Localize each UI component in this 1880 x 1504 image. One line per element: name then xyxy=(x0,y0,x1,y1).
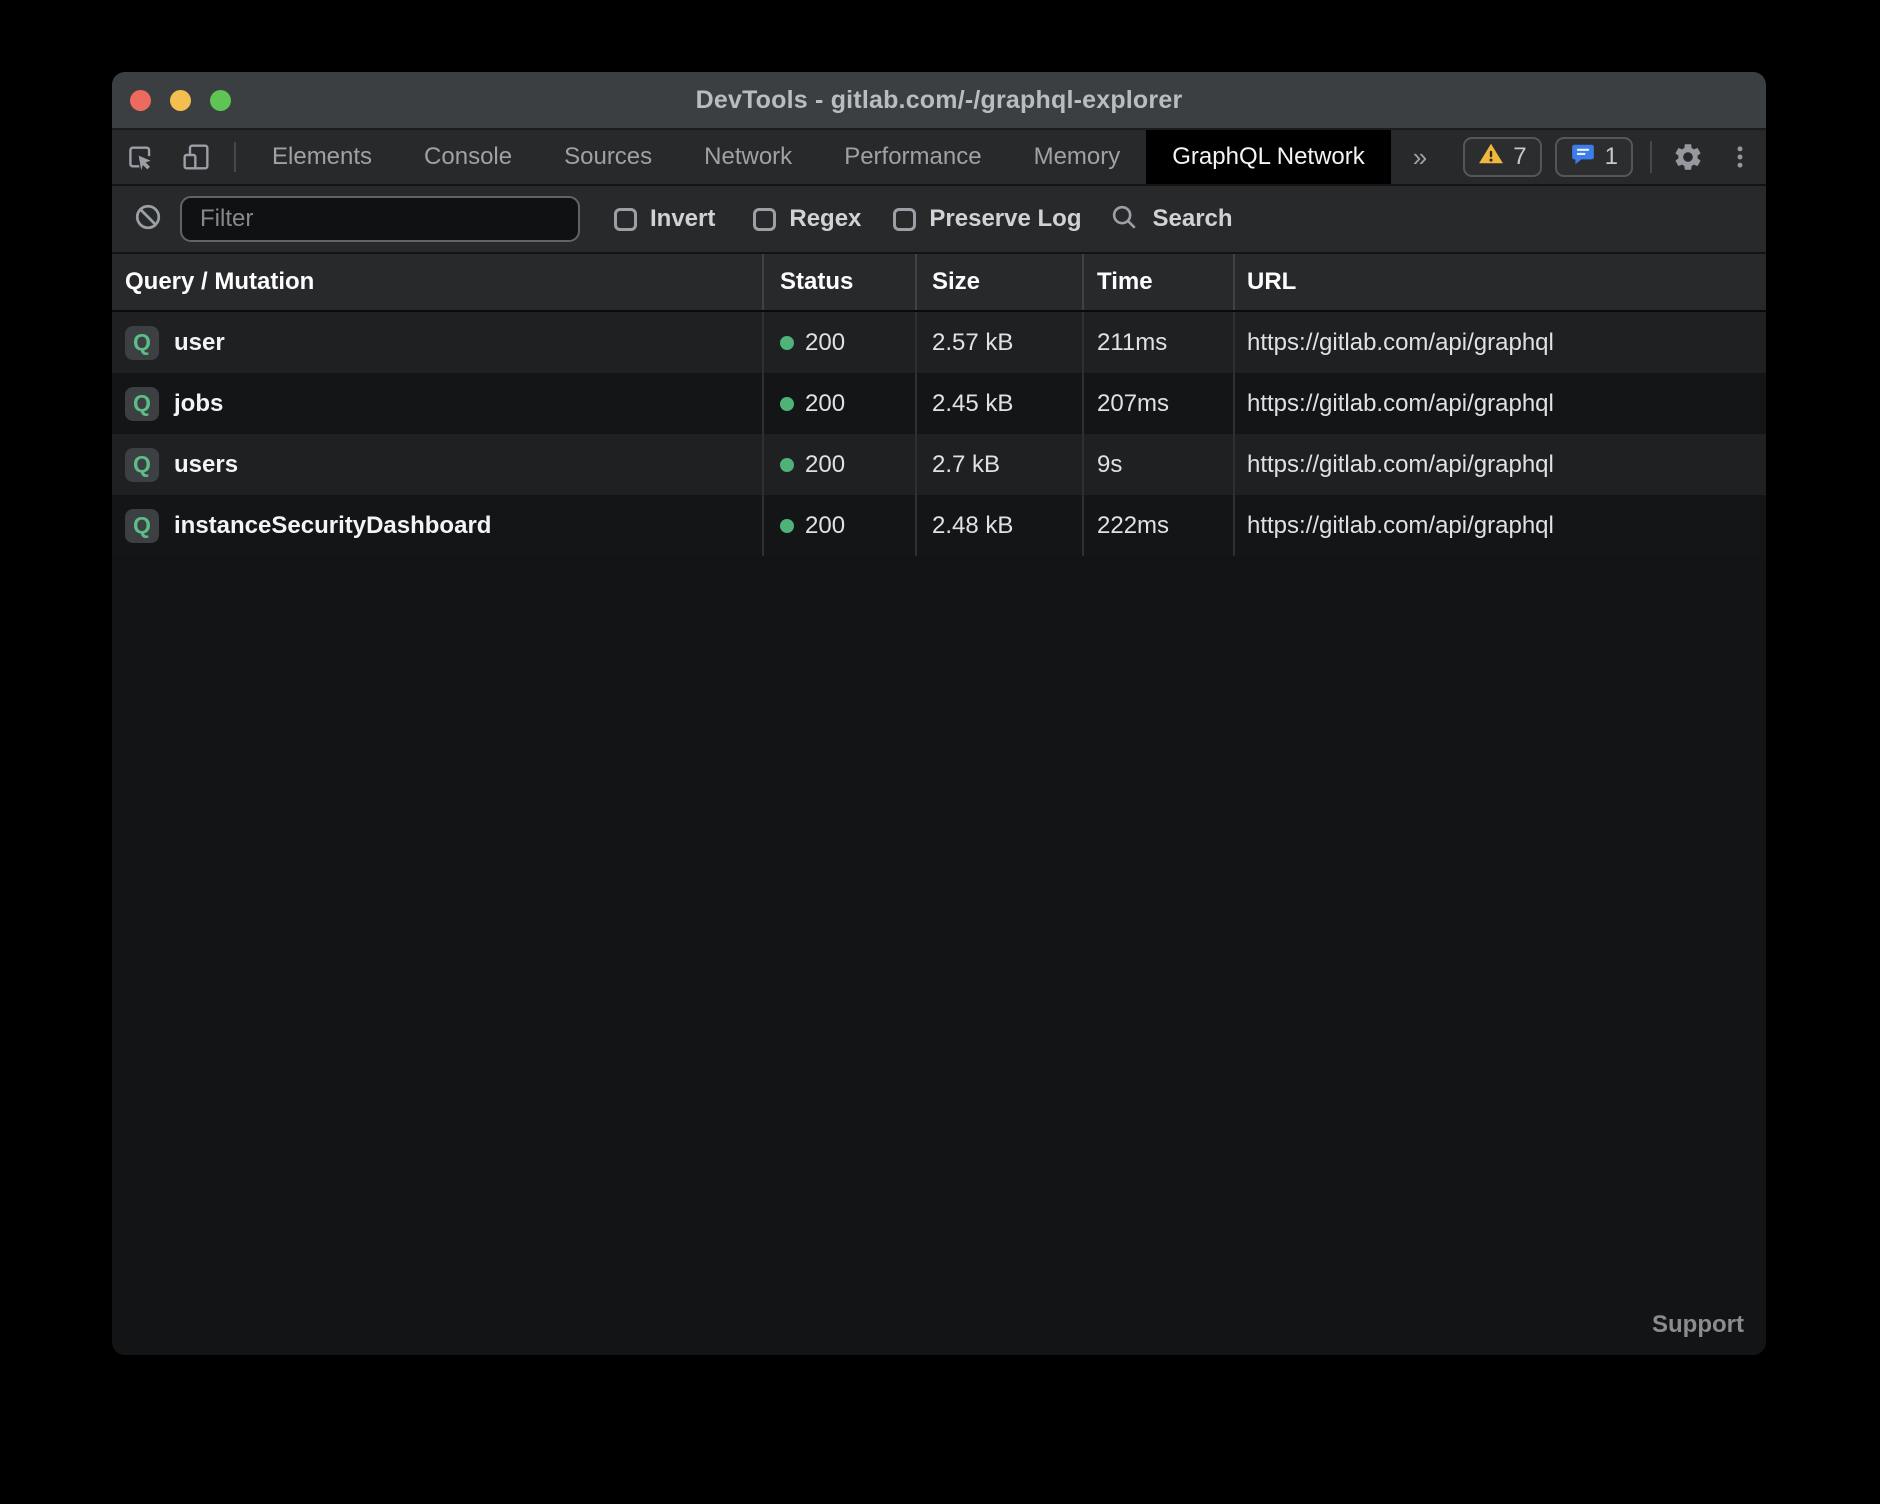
column-header-query-mutation[interactable]: Query / Mutation xyxy=(112,254,762,310)
tabbar-spacer xyxy=(1449,130,1463,184)
devtools-tabbar: Elements Console Sources Network Perform… xyxy=(112,130,1766,186)
request-url: https://gitlab.com/api/graphql xyxy=(1247,451,1554,479)
chevron-double-right-icon: » xyxy=(1413,142,1427,173)
query-name: jobs xyxy=(174,390,223,418)
status-code: 200 xyxy=(805,390,845,418)
query-name: users xyxy=(174,451,238,479)
invert-checkbox[interactable] xyxy=(614,208,637,231)
regex-checkbox[interactable] xyxy=(753,208,776,231)
tab-graphql-network[interactable]: GraphQL Network xyxy=(1146,130,1391,184)
warnings-badge-button[interactable]: 7 xyxy=(1463,137,1541,177)
query-type-badge: Q xyxy=(125,509,159,543)
minimize-button[interactable] xyxy=(170,90,191,111)
query-type-badge: Q xyxy=(125,448,159,482)
devtools-window: DevTools - gitlab.com/-/graphql-explorer… xyxy=(112,72,1766,1355)
query-type-badge: Q xyxy=(125,326,159,360)
response-size: 2.7 kB xyxy=(932,451,1000,479)
tab-performance[interactable]: Performance xyxy=(818,130,1007,184)
tab-memory[interactable]: Memory xyxy=(1008,130,1147,184)
more-tabs-button[interactable]: » xyxy=(1391,130,1449,184)
response-time: 222ms xyxy=(1097,512,1169,540)
window-title: DevTools - gitlab.com/-/graphql-explorer xyxy=(696,86,1183,115)
warnings-count: 7 xyxy=(1513,143,1526,171)
query-name: instanceSecurityDashboard xyxy=(174,512,491,540)
support-link[interactable]: Support xyxy=(1652,1311,1744,1339)
regex-label: Regex xyxy=(789,205,861,233)
filter-toolbar: Invert Regex Preserve Log Search xyxy=(112,186,1766,254)
query-type-badge: Q xyxy=(125,387,159,421)
kebab-menu-icon xyxy=(1726,143,1754,171)
search-icon xyxy=(1109,202,1152,237)
response-size: 2.48 kB xyxy=(932,512,1013,540)
table-body: Q user 200 2.57 kB 211ms https://gitlab.… xyxy=(112,312,1766,556)
response-time: 9s xyxy=(1097,451,1122,479)
message-icon xyxy=(1570,141,1596,174)
response-size: 2.57 kB xyxy=(932,329,1013,357)
response-time: 211ms xyxy=(1097,329,1167,357)
tab-elements[interactable]: Elements xyxy=(246,130,398,184)
block-icon xyxy=(133,202,163,237)
request-url: https://gitlab.com/api/graphql xyxy=(1247,512,1554,540)
response-size: 2.45 kB xyxy=(932,390,1013,418)
issues-badge-button[interactable]: 1 xyxy=(1555,137,1633,177)
table-header: Query / Mutation Status Size Time URL xyxy=(112,254,1766,312)
regex-checkbox-group[interactable]: Regex xyxy=(753,205,861,233)
preserve-log-checkbox[interactable] xyxy=(893,208,916,231)
toolbar-separator xyxy=(234,142,236,172)
maximize-button[interactable] xyxy=(210,90,231,111)
request-url: https://gitlab.com/api/graphql xyxy=(1247,329,1554,357)
titlebar: DevTools - gitlab.com/-/graphql-explorer xyxy=(112,72,1766,130)
clear-button[interactable] xyxy=(126,202,170,237)
device-toolbar-button[interactable] xyxy=(168,130,224,184)
search-button[interactable]: Search xyxy=(1109,202,1232,237)
table-row[interactable]: Q users 200 2.7 kB 9s https://gitlab.com… xyxy=(112,434,1766,495)
status-ok-dot xyxy=(780,336,794,350)
column-header-url[interactable]: URL xyxy=(1233,254,1766,310)
preserve-log-label: Preserve Log xyxy=(929,205,1081,233)
traffic-lights xyxy=(130,72,231,128)
empty-content-area: Support xyxy=(112,556,1766,1355)
invert-checkbox-group[interactable]: Invert xyxy=(614,205,715,233)
tab-console[interactable]: Console xyxy=(398,130,538,184)
gear-icon xyxy=(1672,141,1704,173)
column-header-time[interactable]: Time xyxy=(1082,254,1233,310)
column-header-size[interactable]: Size xyxy=(915,254,1082,310)
table-row[interactable]: Q instanceSecurityDashboard 200 2.48 kB … xyxy=(112,495,1766,556)
preserve-log-checkbox-group[interactable]: Preserve Log xyxy=(893,205,1081,233)
status-ok-dot xyxy=(780,519,794,533)
issues-count: 1 xyxy=(1605,143,1618,171)
invert-label: Invert xyxy=(650,205,715,233)
more-options-button[interactable] xyxy=(1714,130,1766,184)
filter-input[interactable] xyxy=(180,196,580,242)
close-button[interactable] xyxy=(130,90,151,111)
table-row[interactable]: Q jobs 200 2.45 kB 207ms https://gitlab.… xyxy=(112,373,1766,434)
query-name: user xyxy=(174,329,225,357)
response-time: 207ms xyxy=(1097,390,1169,418)
column-header-status[interactable]: Status xyxy=(762,254,915,310)
inspect-icon xyxy=(124,141,156,173)
status-code: 200 xyxy=(805,451,845,479)
inspect-element-button[interactable] xyxy=(112,130,168,184)
settings-button[interactable] xyxy=(1662,130,1714,184)
search-label: Search xyxy=(1152,205,1232,233)
status-code: 200 xyxy=(805,512,845,540)
status-code: 200 xyxy=(805,329,845,357)
tab-sources[interactable]: Sources xyxy=(538,130,678,184)
request-url: https://gitlab.com/api/graphql xyxy=(1247,390,1554,418)
badge-separator xyxy=(1650,141,1652,173)
warning-icon xyxy=(1478,141,1504,174)
status-ok-dot xyxy=(780,458,794,472)
table-row[interactable]: Q user 200 2.57 kB 211ms https://gitlab.… xyxy=(112,312,1766,373)
device-toolbar-icon xyxy=(180,141,212,173)
tab-network[interactable]: Network xyxy=(678,130,818,184)
status-ok-dot xyxy=(780,397,794,411)
